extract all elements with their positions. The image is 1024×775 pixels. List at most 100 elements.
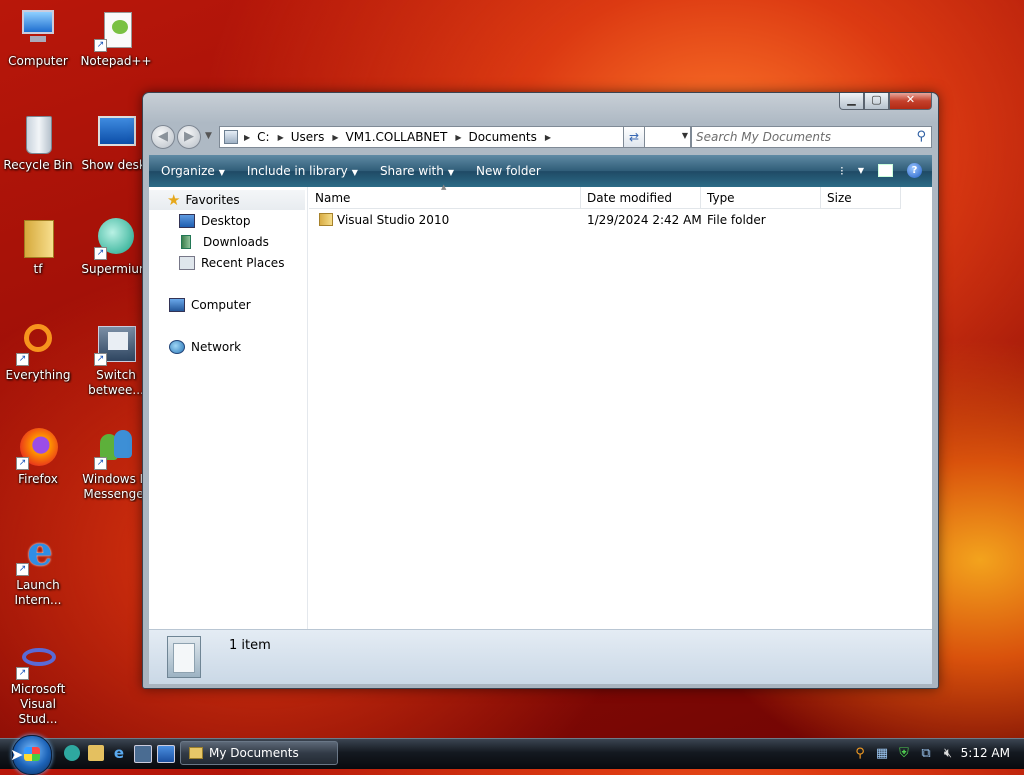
address-dropdown-icon[interactable]: ▼ [682,131,688,140]
back-arrow-icon: ◀ [158,129,168,144]
back-button[interactable]: ◀ [151,125,175,149]
desktop-icon-recycle-bin[interactable]: Recycle Bin [0,112,76,173]
breadcrumb-users[interactable]: Users [291,130,331,144]
downloads-icon [181,235,191,249]
organize-button[interactable]: Organize ▼ [149,164,235,178]
item-count: 1 item [229,638,271,653]
volume-muted-icon[interactable]: 🔇︎ [940,746,956,762]
breadcrumb-c-drive[interactable]: C: [257,130,275,144]
nav-recent-places[interactable]: Recent Places [179,253,284,273]
taskbar-button-label: My Documents [209,746,299,760]
desktop-icon-label: Notepad++ [80,54,152,68]
column-header-type[interactable]: Type [701,187,821,209]
file-list: Name ▲ Date modified Type Size Visual St… [309,183,932,629]
connection-tray-icon[interactable]: ⧉ [918,746,934,762]
preview-pane-icon[interactable] [878,164,893,177]
organize-label: Organize [161,164,215,178]
visual-studio-icon: ↗ [16,636,60,680]
column-header-name[interactable]: Name ▲ [309,183,581,209]
location-icon [224,130,238,144]
nav-computer-label: Computer [191,298,251,312]
show-desktop-quicklaunch-icon[interactable] [157,745,175,763]
table-row[interactable]: Visual Studio 2010 1/29/2024 2:42 AM Fil… [309,210,932,230]
desktop-icon-visual-studio[interactable]: ↗ Microsoft Visual Stud... [0,636,76,727]
column-header-date-modified[interactable]: Date modified [581,187,701,209]
computer-icon [169,298,185,312]
window-quicklaunch-icon[interactable] [134,745,152,763]
chevron-down-icon[interactable]: ▼ [858,166,864,175]
help-icon[interactable]: ? [907,163,922,178]
breadcrumb-user-folder[interactable]: VM1.COLLABNET [346,130,454,144]
breadcrumb-separator-icon[interactable]: ▶ [543,133,558,142]
nav-favorites[interactable]: ★ Favorites [149,190,305,210]
refresh-button[interactable]: ⇄ [623,126,645,148]
maximize-button[interactable]: ▢ [864,93,889,110]
search-input[interactable]: Search My Documents ⚲ [691,126,932,148]
change-view-icon[interactable]: ⁝ [840,164,844,178]
desktop-icon-label: Launch Intern... [14,578,62,607]
search-icon[interactable]: ⚲ [916,129,926,144]
desktop-icon-internet-explorer[interactable]: e ↗ Launch Intern... [0,532,76,608]
desktop-icon-label: Firefox [18,472,58,486]
nav-desktop-label: Desktop [201,214,251,228]
desktop-icon-everything[interactable]: ↗ Everything [0,322,76,383]
shortcut-arrow-icon: ↗ [16,457,29,470]
switch-windows-quicklaunch-icon[interactable] [64,745,80,761]
breadcrumb-separator-icon[interactable]: ▶ [453,133,468,142]
forward-button[interactable]: ▶ [177,125,201,149]
shortcut-arrow-icon: ↗ [94,457,107,470]
breadcrumb-separator-icon[interactable]: ▶ [276,133,291,142]
taskbar-button-my-documents[interactable]: My Documents [180,741,338,765]
breadcrumb-separator-icon[interactable]: ▶ [242,133,257,142]
forward-arrow-icon: ▶ [184,129,194,144]
refresh-icon: ⇄ [628,130,640,144]
breadcrumb-separator-icon[interactable]: ▶ [330,133,345,142]
content-area: ★ Favorites Desktop Downloads Recent Pla… [149,183,932,629]
window-controls: ▁ ▢ ✕ [839,93,932,110]
breadcrumb-documents[interactable]: Documents [468,130,542,144]
desktop-icon-firefox[interactable]: ↗ Firefox [0,426,76,487]
security-shield-icon[interactable]: ⛨ [896,746,912,762]
notepadpp-icon: ↗ [94,8,138,52]
taskbar: ➤ e My Documents ⚲ ▦ ⛨ ⧉ 🔇︎ 5:12 AM [0,735,1024,775]
supermium-icon: ↗ [94,216,138,260]
new-folder-button[interactable]: New folder [464,164,551,178]
column-header-size[interactable]: Size [821,187,901,209]
recent-pages-dropdown[interactable]: ▼ [205,131,212,141]
nav-recent-places-label: Recent Places [201,256,285,270]
star-icon: ★ [167,191,181,209]
desktop-icon-computer[interactable]: Computer [0,8,76,69]
documents-folder-icon [167,636,201,678]
include-in-library-label: Include in library [246,164,348,178]
nav-network-label: Network [191,340,242,354]
include-in-library-button[interactable]: Include in library ▼ [235,164,368,178]
close-button[interactable]: ✕ [889,93,932,110]
folder-icon [189,747,203,759]
chevron-down-icon: ▼ [447,168,454,177]
explorer-quicklaunch-icon[interactable] [88,745,104,761]
minimize-button[interactable]: ▁ [839,93,864,110]
address-bar[interactable]: ▶ C: ▶ Users ▶ VM1.COLLABNET ▶ Documents… [219,126,691,148]
desktop-icon-tf[interactable]: tf [0,216,76,277]
nav-desktop[interactable]: Desktop [179,211,251,231]
desktop-icon-label: Recycle Bin [3,158,73,172]
view-controls: ⁝ ▼ ? [840,163,922,178]
desktop-icon-notepadpp[interactable]: ↗ Notepad++ [78,8,154,69]
share-with-button[interactable]: Share with ▼ [368,164,464,178]
file-date-modified: 1/29/2024 2:42 AM [587,213,702,227]
internet-explorer-quicklaunch-icon[interactable]: e [111,745,127,761]
search-tray-icon[interactable]: ⚲ [852,746,868,762]
system-tray: ⚲ ▦ ⛨ ⧉ 🔇︎ [852,743,956,765]
computer-icon [16,8,60,52]
mouse-cursor-icon: ➤ [10,745,24,764]
clock[interactable]: 5:12 AM [961,746,1010,760]
nav-computer[interactable]: Computer [169,295,251,315]
nav-downloads[interactable]: Downloads [179,232,269,252]
chevron-down-icon: ▼ [351,168,358,177]
desktop-icon-label: Everything [5,368,71,382]
folder-icon [319,213,333,226]
network-tray-icon[interactable]: ▦ [874,746,890,762]
details-pane: 1 item [149,629,932,684]
nav-network[interactable]: Network [169,337,241,357]
desktop-icon-label: Microsoft Visual Stud... [10,682,66,726]
